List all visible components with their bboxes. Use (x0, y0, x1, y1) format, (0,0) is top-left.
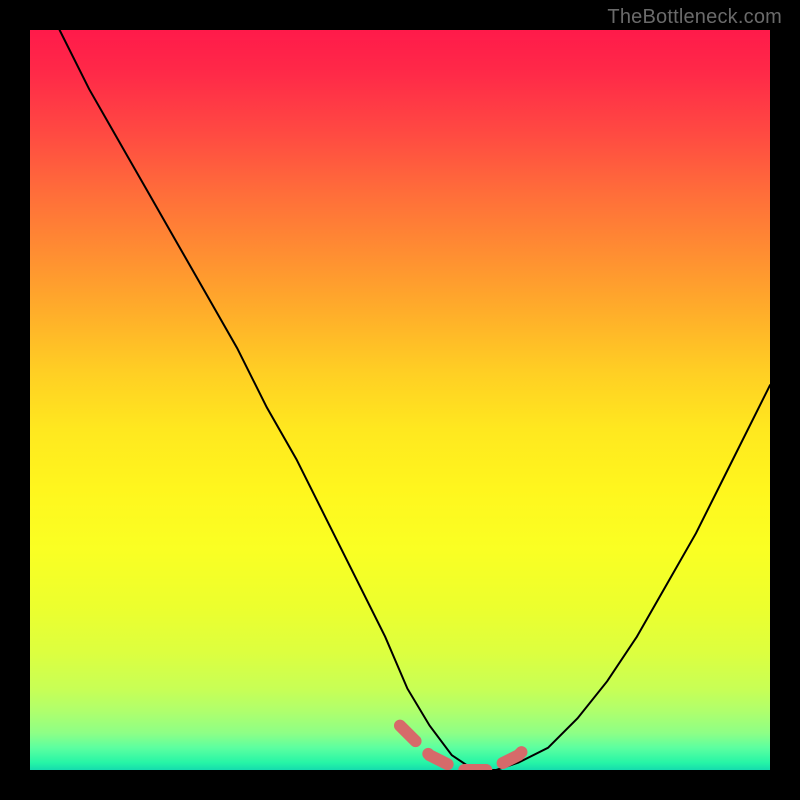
watermark-text: TheBottleneck.com (607, 6, 782, 29)
chart-frame: TheBottleneck.com (0, 0, 800, 800)
optimal-zone-marker (400, 726, 533, 770)
curve-layer (30, 30, 770, 770)
plot-area (30, 30, 770, 770)
bottleneck-curve (60, 30, 770, 770)
